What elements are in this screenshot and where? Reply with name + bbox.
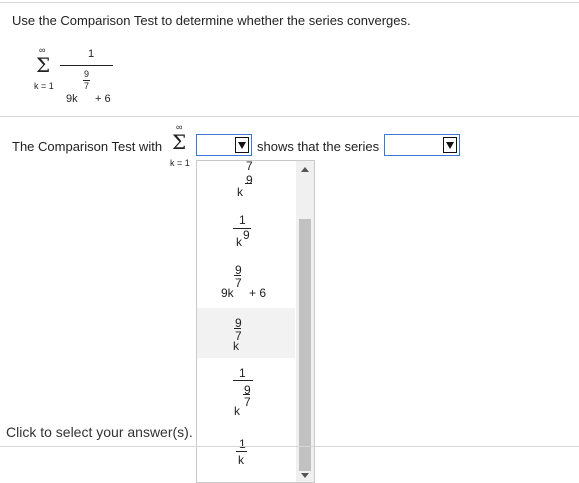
option1-base: k — [236, 235, 242, 249]
series-denominator-coef: 9k — [66, 93, 78, 105]
mid-divider — [0, 116, 579, 117]
chevron-down-icon[interactable] — [443, 137, 457, 153]
top-divider — [0, 2, 579, 3]
options-scrollbar[interactable] — [296, 161, 314, 482]
series-denominator-tail: + 6 — [95, 93, 111, 105]
scrollbar-thumb[interactable] — [299, 219, 311, 471]
option2-exponent: 7 — [235, 276, 242, 290]
option-partial[interactable]: 9 k 7 — [197, 161, 295, 211]
option2-base: 9k — [221, 286, 234, 300]
option0-exp-num: 9 — [246, 173, 253, 187]
series-exponent-numerator: 9 — [84, 69, 90, 79]
scroll-down-icon[interactable] — [301, 473, 309, 478]
option1-exponent: 9 — [243, 228, 250, 242]
option4-numerator: 1 — [239, 366, 246, 380]
option-9-over-k7[interactable]: 9 7 k — [197, 308, 295, 358]
option2-tail: + 6 — [249, 286, 267, 300]
series-lower-limit: k = 1 — [34, 81, 54, 91]
answer-middle-text: shows that the series — [257, 139, 380, 154]
answer-sigma-symbol: Σ — [172, 130, 187, 154]
convergence-dropdown[interactable] — [384, 134, 460, 156]
select-answer-hint: Click to select your answer(s). — [6, 424, 193, 440]
option-1-over-k[interactable]: 1 k — [197, 423, 295, 473]
sigma-symbol: Σ — [36, 53, 51, 77]
series-numerator: 1 — [88, 48, 95, 60]
chevron-down-icon[interactable] — [235, 137, 249, 153]
option-1-over-k9[interactable]: 1 k 9 — [197, 211, 295, 258]
bottom-divider — [0, 446, 579, 447]
option-9-over-9k7-plus-6[interactable]: 9 7 9k + 6 — [197, 258, 295, 308]
option5-base: k — [238, 453, 244, 467]
option5-fraction-bar — [236, 451, 247, 452]
series-fraction-bar — [60, 65, 113, 66]
option1-numerator: 1 — [239, 213, 246, 227]
option0-base: k — [237, 185, 243, 199]
question-prompt: Use the Comparison Test to determine whe… — [12, 13, 411, 28]
option4-exp-den: 7 — [244, 395, 251, 409]
answer-sum-lower: k = 1 — [170, 158, 190, 168]
option3-base: k — [233, 339, 239, 353]
option4-fraction-bar — [233, 380, 253, 381]
option4-base: k — [234, 404, 240, 418]
answer-prefix: The Comparison Test with — [12, 139, 163, 154]
series-exponent-denominator: 7 — [84, 81, 90, 91]
option0-exp-den: 7 — [246, 160, 253, 173]
comparison-series-dropdown[interactable] — [196, 134, 252, 156]
comparison-series-options-list[interactable]: 9 k 7 1 k 9 9 7 9k + 6 9 7 k 1 9 7 k 1 k — [196, 160, 315, 483]
scroll-up-icon[interactable] — [301, 167, 309, 172]
option5-numerator: 1 — [239, 437, 246, 451]
option-1-over-k-9-7[interactable]: 1 9 7 k — [197, 358, 295, 423]
option0-exp-bar — [245, 183, 252, 184]
